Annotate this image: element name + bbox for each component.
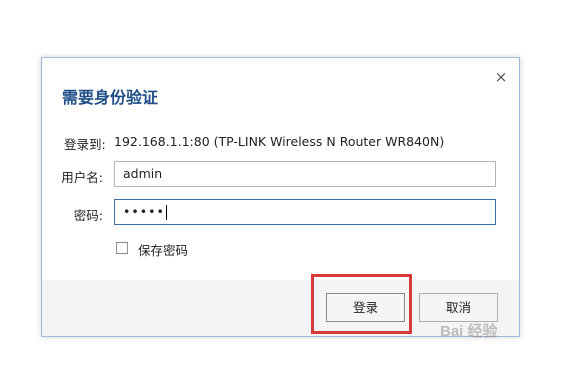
auth-dialog: × 需要身份验证 登录到: 192.168.1.1:80 (TP-LINK Wi… bbox=[41, 57, 520, 337]
cancel-button[interactable]: 取消 bbox=[419, 293, 498, 322]
close-icon[interactable]: × bbox=[494, 70, 508, 85]
username-label: 用户名: bbox=[61, 170, 103, 185]
text-caret bbox=[165, 205, 167, 220]
username-value: admin bbox=[123, 166, 163, 181]
password-value: ••••• bbox=[123, 204, 165, 219]
server-label: 登录到: bbox=[64, 137, 106, 152]
remember-password-label[interactable]: 保存密码 bbox=[138, 240, 188, 259]
baidu-watermark: Bai 经验 bbox=[440, 323, 498, 340]
password-label: 密码: bbox=[73, 208, 103, 223]
login-button[interactable]: 登录 bbox=[326, 293, 405, 322]
remember-password-checkbox[interactable] bbox=[116, 242, 128, 254]
dialog-title: 需要身份验证 bbox=[62, 88, 159, 107]
username-field[interactable]: admin bbox=[114, 161, 496, 187]
password-field[interactable]: ••••• bbox=[114, 199, 496, 225]
server-value: 192.168.1.1:80 (TP-LINK Wireless N Route… bbox=[114, 134, 445, 149]
